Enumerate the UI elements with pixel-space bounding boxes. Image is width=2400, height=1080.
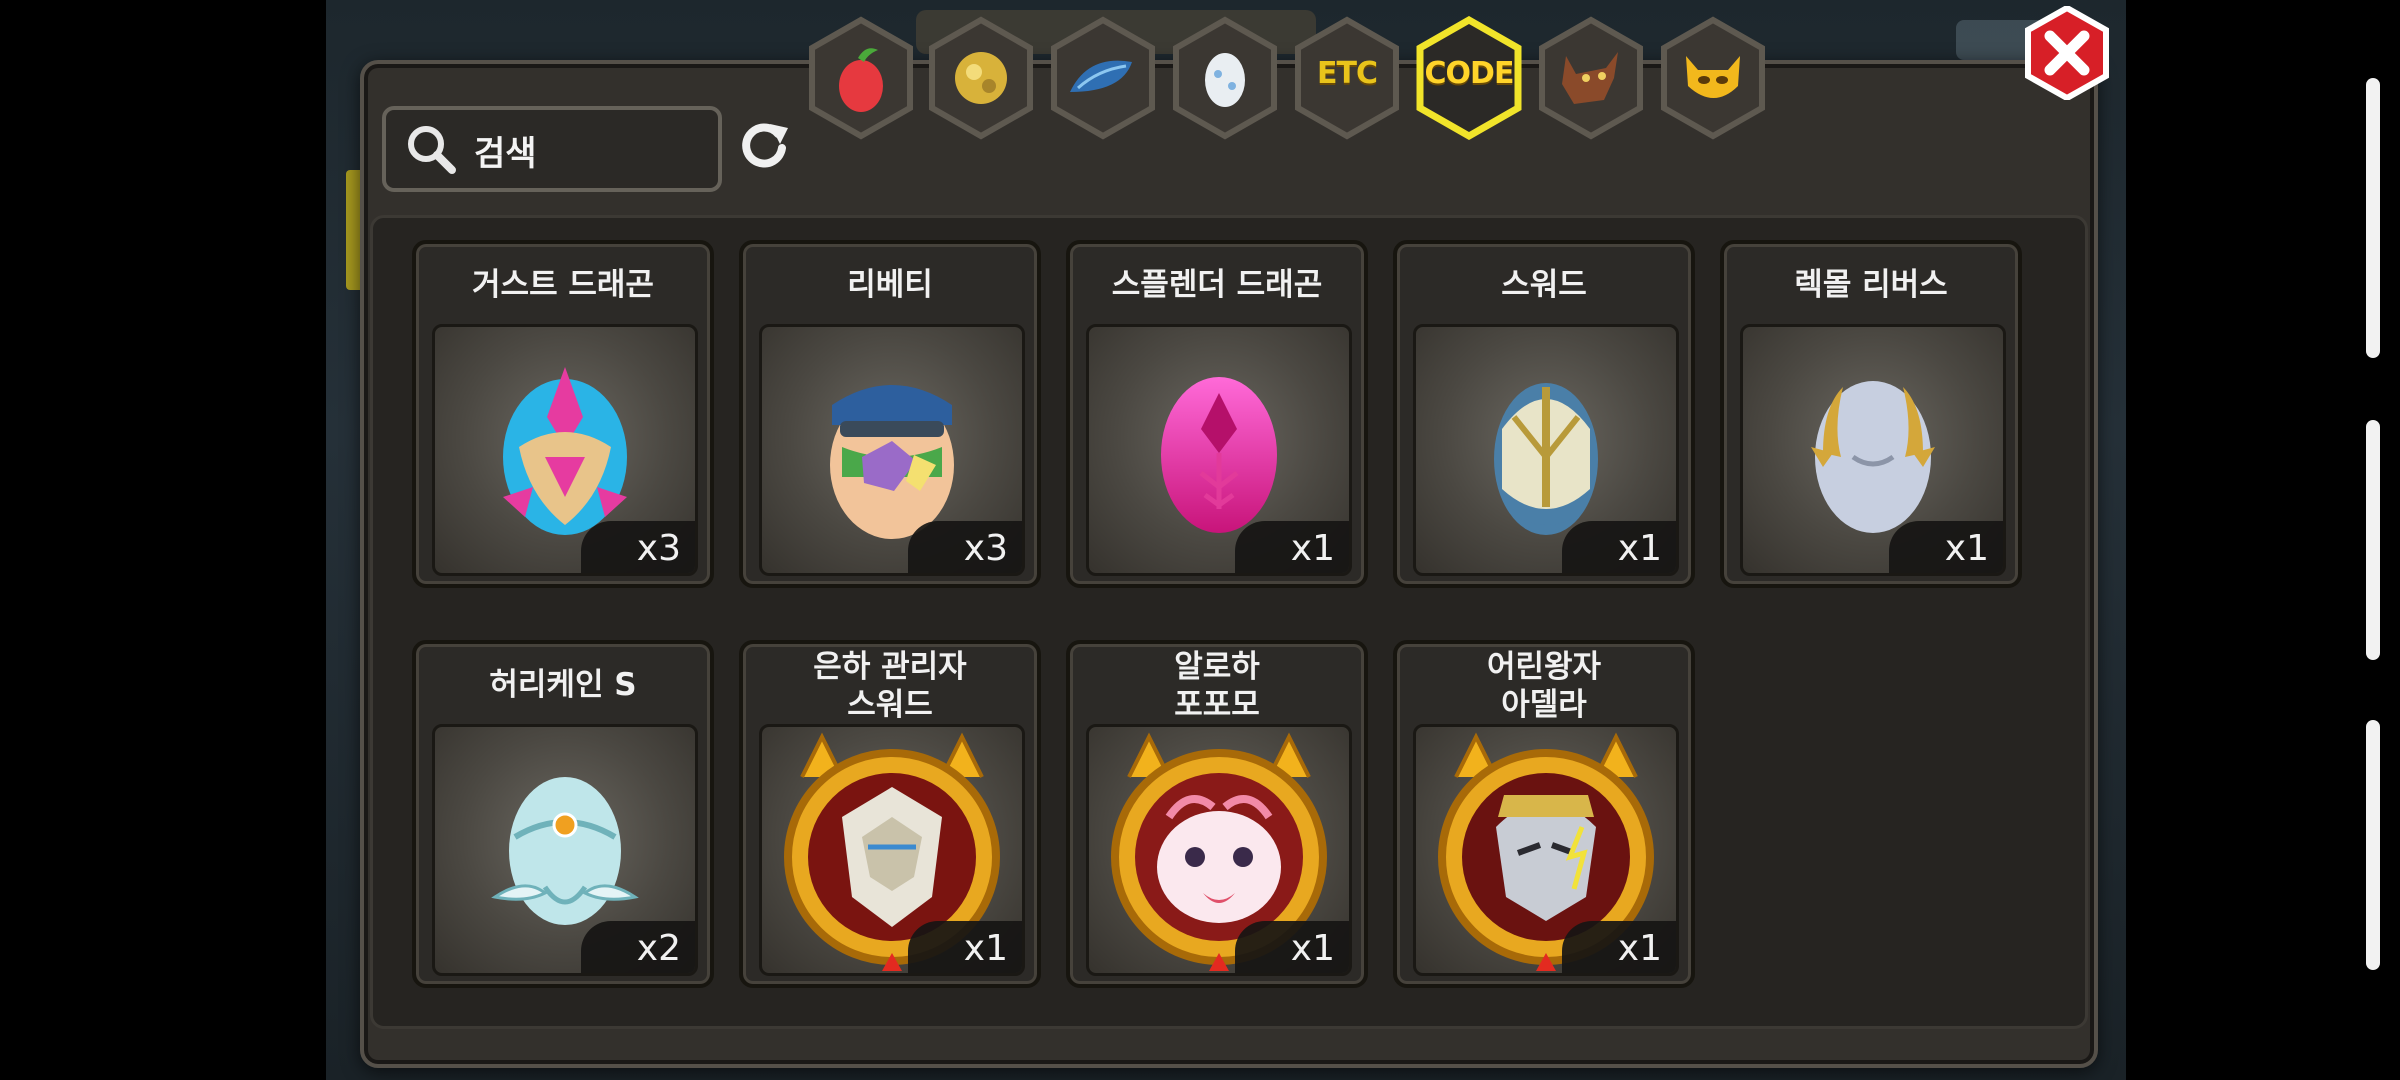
item-slot: x1 bbox=[1740, 324, 2006, 576]
item-slot: x2 bbox=[432, 724, 698, 976]
item-name: 허리케인 S bbox=[489, 667, 637, 703]
close-button[interactable] bbox=[2022, 6, 2112, 100]
item-card[interactable]: 스워드 x1 bbox=[1393, 240, 1695, 588]
item-count: x1 bbox=[1562, 921, 1676, 973]
item-name: 렉몰 리버스 bbox=[1794, 267, 1948, 303]
tab-frame-icon bbox=[1051, 16, 1155, 140]
item-name: 은하 관리자 스워드 bbox=[743, 648, 1037, 724]
item-name-line: 포포모 bbox=[1174, 687, 1260, 723]
libety-egg-icon bbox=[830, 385, 954, 539]
item-count: x1 bbox=[1889, 521, 2003, 573]
item-count: x1 bbox=[1235, 921, 1349, 973]
item-count: x1 bbox=[908, 921, 1022, 973]
item-slot: x1 bbox=[1413, 324, 1679, 576]
tab-creature[interactable] bbox=[1658, 16, 1768, 140]
item-card[interactable]: 리베티 x3 bbox=[739, 240, 1041, 588]
rekmol-reverse-egg-icon bbox=[1811, 381, 1935, 533]
item-name: 어린왕자 아델라 bbox=[1397, 648, 1691, 724]
item-count: x1 bbox=[1562, 521, 1676, 573]
splendor-dragon-egg-icon bbox=[1161, 377, 1277, 533]
search-input[interactable]: 검색 bbox=[382, 106, 722, 192]
item-card[interactable]: 은하 관리자 스워드 x1 bbox=[739, 640, 1041, 988]
tab-code[interactable]: CODE bbox=[1414, 16, 1524, 140]
item-slot: x1 bbox=[1413, 724, 1679, 976]
item-name: 스플렌더 드래곤 bbox=[1111, 267, 1323, 303]
category-tabs: ETC CODE bbox=[806, 16, 1766, 146]
item-name: 거스트 드래곤 bbox=[472, 267, 654, 303]
hurricane-s-egg-icon bbox=[491, 777, 639, 925]
item-card[interactable]: 어린왕자 아델라 x1 bbox=[1393, 640, 1695, 988]
item-name: 알로하 포포모 bbox=[1070, 648, 1364, 724]
item-slot: x1 bbox=[759, 724, 1025, 976]
item-name-line: 은하 관리자 bbox=[813, 649, 967, 685]
item-name-line: 어린왕자 bbox=[1486, 649, 1602, 685]
item-count: x3 bbox=[581, 521, 695, 573]
search-placeholder: 검색 bbox=[474, 134, 537, 174]
item-card[interactable]: 거스트 드래곤 x3 bbox=[412, 240, 714, 588]
item-name: 리베티 bbox=[847, 267, 933, 303]
tab-frame-icon bbox=[1661, 16, 1765, 140]
item-count: x2 bbox=[581, 921, 695, 973]
refresh-icon[interactable] bbox=[734, 114, 794, 174]
item-card[interactable]: 렉몰 리버스 x1 bbox=[1720, 240, 2022, 588]
scrollbar-segment[interactable] bbox=[2366, 78, 2380, 358]
tab-etc[interactable]: ETC bbox=[1292, 16, 1402, 140]
tab-label-etc: ETC bbox=[1317, 56, 1378, 91]
tab-label-code: CODE bbox=[1424, 56, 1515, 91]
tab-fruit[interactable] bbox=[806, 16, 916, 140]
tab-feather[interactable] bbox=[1048, 16, 1158, 140]
gust-dragon-egg-icon bbox=[503, 367, 627, 535]
item-card[interactable]: 스플렌더 드래곤 x1 bbox=[1066, 240, 1368, 588]
tab-frame-icon bbox=[1173, 16, 1277, 140]
item-slot: x3 bbox=[759, 324, 1025, 576]
scrollbar-segment[interactable] bbox=[2366, 720, 2380, 970]
item-count: x3 bbox=[908, 521, 1022, 573]
item-name-line: 알로하 bbox=[1174, 649, 1260, 685]
item-slot: x1 bbox=[1086, 724, 1352, 976]
tab-frame-icon bbox=[929, 16, 1033, 140]
tab-frame-icon bbox=[809, 16, 913, 140]
item-slot: x3 bbox=[432, 324, 698, 576]
tab-werewolf[interactable] bbox=[1536, 16, 1646, 140]
item-name-line: 아델라 bbox=[1501, 687, 1587, 723]
tab-frame-icon bbox=[1539, 16, 1643, 140]
item-slot: x1 bbox=[1086, 324, 1352, 576]
sword-egg-icon bbox=[1494, 383, 1598, 535]
item-card[interactable]: 알로하 포포모 x1 bbox=[1066, 640, 1368, 988]
tab-egg[interactable] bbox=[1170, 16, 1280, 140]
item-name: 스워드 bbox=[1501, 267, 1587, 303]
tab-gold[interactable] bbox=[926, 16, 1036, 140]
item-count: x1 bbox=[1235, 521, 1349, 573]
scrollbar-segment[interactable] bbox=[2366, 420, 2380, 660]
item-name-line: 스워드 bbox=[847, 687, 933, 723]
search-icon bbox=[408, 126, 456, 174]
item-card[interactable]: 허리케인 S x2 bbox=[412, 640, 714, 988]
